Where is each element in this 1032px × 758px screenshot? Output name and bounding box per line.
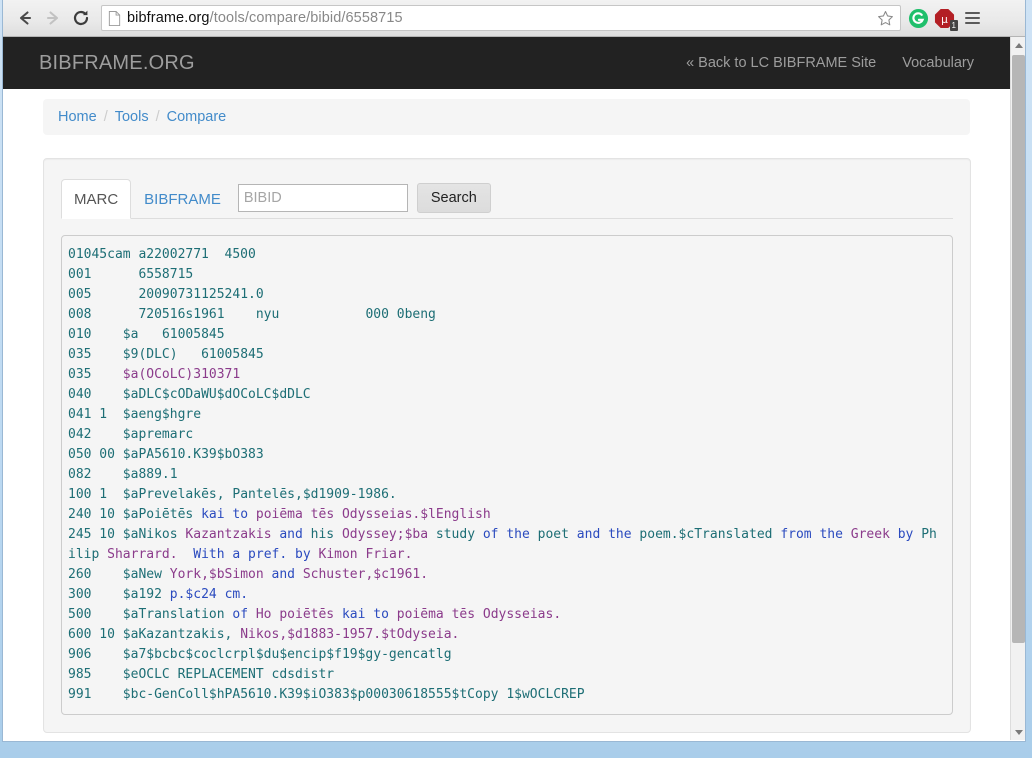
site-brand[interactable]: BIBFRAME.ORG — [39, 53, 195, 73]
page-viewport: BIBFRAME.ORG « Back to LC BIBFRAME Site … — [3, 37, 1025, 740]
breadcrumb-wrapper: Home / Tools / Compare — [3, 99, 1010, 135]
site-navbar: BIBFRAME.ORG « Back to LC BIBFRAME Site … — [3, 37, 1010, 89]
vertical-scrollbar[interactable] — [1010, 37, 1025, 740]
browser-window: bibframe.org/tools/compare/bibid/6558715… — [2, 0, 1026, 742]
back-arrow-icon[interactable] — [11, 4, 39, 32]
page-document-icon — [108, 10, 121, 26]
tab-bibframe[interactable]: BIBFRAME — [131, 179, 234, 219]
breadcrumb-separator: / — [103, 109, 108, 125]
breadcrumb-item-tools[interactable]: Tools — [115, 109, 149, 125]
bookmark-star-icon[interactable] — [874, 7, 896, 29]
reload-icon[interactable] — [67, 4, 95, 32]
svg-text:μ: μ — [941, 13, 948, 25]
green-circle-extension-icon[interactable] — [905, 5, 931, 31]
main-panel: MARC BIBFRAME Search 01045cam a22002771 … — [43, 158, 971, 733]
marc-record-text: 01045cam a22002771 4500 001 6558715 005 … — [61, 235, 953, 715]
scroll-up-arrow-icon[interactable] — [1011, 37, 1026, 53]
marc-tab-panel: 01045cam a22002771 4500 001 6558715 005 … — [61, 219, 953, 715]
nav-link-vocabulary[interactable]: Vocabulary — [902, 55, 974, 71]
scrollbar-thumb[interactable] — [1012, 55, 1025, 643]
hamburger-menu-icon[interactable] — [959, 5, 985, 31]
web-page: BIBFRAME.ORG « Back to LC BIBFRAME Site … — [3, 37, 1010, 740]
breadcrumb-separator: / — [155, 109, 160, 125]
extension-badge: 1 — [949, 20, 958, 31]
url-host: bibframe.org — [127, 10, 210, 26]
site-nav-links: « Back to LC BIBFRAME Site Vocabulary — [686, 55, 1010, 71]
breadcrumb: Home / Tools / Compare — [43, 99, 970, 135]
breadcrumb-item-compare[interactable]: Compare — [167, 109, 227, 125]
tab-marc[interactable]: MARC — [61, 179, 132, 219]
forward-arrow-icon — [39, 4, 67, 32]
scroll-down-arrow-icon[interactable] — [1011, 724, 1026, 740]
red-octagon-utorrent-extension-icon[interactable]: μ 1 — [931, 5, 958, 31]
address-bar[interactable]: bibframe.org/tools/compare/bibid/6558715 — [101, 5, 901, 31]
url-path: /tools/compare/bibid/6558715 — [209, 10, 403, 26]
browser-toolbar: bibframe.org/tools/compare/bibid/6558715… — [3, 0, 1025, 37]
breadcrumb-item-home[interactable]: Home — [58, 109, 97, 125]
tab-bar: MARC BIBFRAME Search — [61, 176, 953, 219]
nav-link-back-to-lc[interactable]: « Back to LC BIBFRAME Site — [686, 55, 876, 71]
search-button[interactable]: Search — [416, 183, 491, 213]
search-form: Search — [237, 183, 491, 213]
address-bar-url: bibframe.org/tools/compare/bibid/6558715 — [127, 10, 403, 26]
browser-window-frame: bibframe.org/tools/compare/bibid/6558715… — [0, 0, 1032, 758]
search-input[interactable] — [237, 184, 408, 212]
